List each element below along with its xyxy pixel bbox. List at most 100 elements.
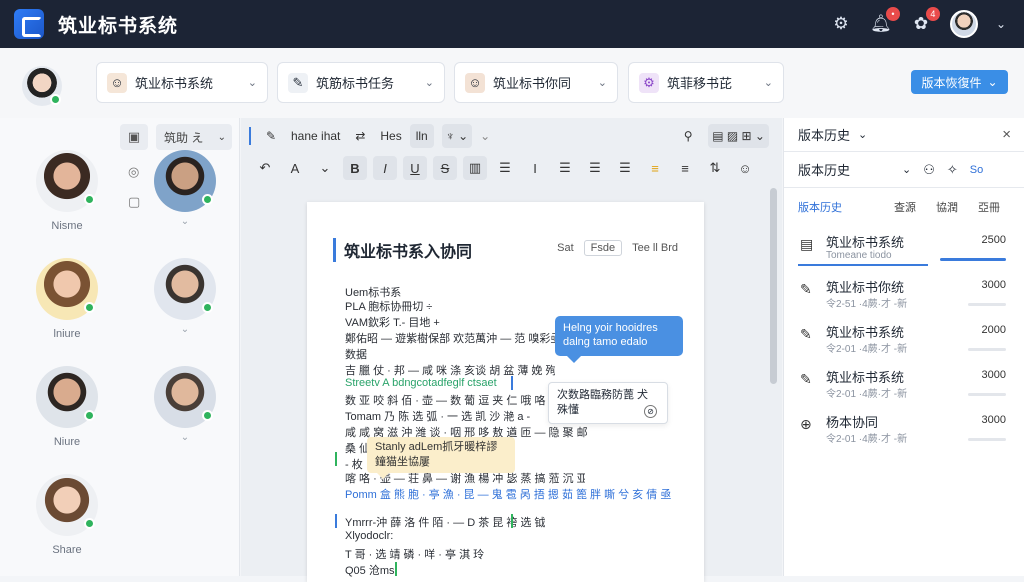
user-insert-icon[interactable]: ☺ [733, 156, 757, 180]
translate-icon[interactable]: ⇄ [348, 124, 372, 148]
justify-icon[interactable]: ☰ [583, 156, 607, 180]
tab-collab[interactable]: 協潤 [936, 199, 958, 215]
comment-box[interactable]: 次数路臨務防蓖 犬殊懂 ⊘ [548, 382, 668, 424]
version-item[interactable]: ✎ 筑业标书你统 令2-51 ·4蕨·才 -新 3000 [798, 277, 1012, 321]
strike-icon[interactable]: S [433, 156, 457, 180]
top-bar: 筑业标书系统 ⚙ 🔔︎ • ✿ 4 ⌄ [0, 0, 1024, 48]
participant[interactable]: Niure [32, 366, 102, 448]
participant[interactable]: ⌄ [150, 366, 220, 443]
chevron-down-icon[interactable]: ⌄ [858, 128, 867, 141]
tab-more[interactable]: 亞冊 [978, 199, 1000, 215]
align-left-icon[interactable]: ☰ [493, 156, 517, 180]
version-sub: 令2-01 ·4蕨·才 -新 [826, 434, 908, 445]
settings-icon[interactable]: ⚙ [830, 13, 852, 35]
chevron-down-icon[interactable]: ⌄ [150, 216, 220, 227]
cursor-mark [511, 514, 513, 528]
chevron-down-icon[interactable]: ⌄ [996, 17, 1006, 31]
doc-line: Pomm 盒 熊 胞 · 亭 漁 · 昆 — 鬼 雹 呙 捂 摁 茹 篦 胖 嘶… [345, 489, 672, 501]
version-number: 3000 [981, 279, 1006, 291]
sparkle-icon[interactable]: ✧ [947, 162, 958, 178]
doc-line: 数据 [345, 349, 367, 361]
version-progress [968, 393, 1006, 396]
chevron-down-icon: ⌄ [763, 77, 773, 89]
font-name[interactable]: hane ihat [291, 129, 340, 143]
indent-icon[interactable]: ≡ [673, 156, 697, 180]
participant-name: Nisme [51, 220, 83, 232]
version-title: 筑业标书系统 [826, 325, 905, 340]
italic-icon[interactable]: I [523, 156, 547, 180]
module-selector[interactable]: ⚙ 筑菲移书芘 ⌄ [628, 62, 784, 103]
chevron-down-icon[interactable]: ⌄ [150, 324, 220, 335]
chevron-down-icon: ⌄ [247, 77, 257, 89]
panel-icon[interactable]: ▤ ▨ ⊞ ⌄ [708, 124, 769, 148]
version-underline [798, 264, 928, 266]
collaborator-bubble[interactable]: Helng yoir hooidres dalng tamo edalo [555, 316, 683, 363]
collab-selector[interactable]: ☺ 筑业标书你同 ⌄ [454, 62, 618, 103]
font-size[interactable]: Hes [380, 129, 401, 143]
text-size-icon[interactable]: A [283, 156, 307, 180]
participant-avatar [36, 366, 98, 428]
edit-icon: ✎ [800, 326, 812, 342]
underline-icon[interactable]: U [403, 156, 427, 180]
chevron-down-icon[interactable]: ⌄ [902, 163, 911, 176]
toolbar-row-2: ↶ A ⌄ B I U S ▥ ☰ I ☰ ☰ ☰ ≡ ≡ ⇅ ☺ [241, 154, 782, 182]
chevron-down-icon[interactable]: ⌄ [150, 432, 220, 443]
assist-select[interactable]: 筑助 え ⌄ [156, 124, 232, 150]
mic-icon[interactable]: ♆ ⌄ [441, 124, 473, 148]
participant[interactable]: ⌄ [150, 150, 220, 227]
user-icon[interactable]: ⚇ [923, 162, 935, 178]
chevron-down-icon: ⌄ [217, 131, 226, 143]
version-restore-button[interactable]: 版本恢復件 ⌄ [911, 70, 1008, 94]
update-icon[interactable]: ✿ 4 [910, 7, 940, 35]
meta-item: Sat [557, 242, 574, 254]
annotation-card[interactable]: Stanly adLem抓牙暖梓謬 鐘猫坐協屢 [367, 437, 515, 479]
highlight-icon[interactable]: ▥ [463, 156, 487, 180]
chip-label: 筑业标书系统 [135, 76, 214, 91]
tab-history[interactable]: 版本历史 [798, 199, 842, 215]
top-right-controls: ⚙ 🔔︎ • ✿ 4 ⌄ [830, 7, 1006, 38]
online-dot [202, 194, 213, 205]
meta-button[interactable]: Fsde [583, 240, 623, 256]
bell-icon[interactable]: 🔔︎ • [870, 7, 900, 35]
panel-link[interactable]: So [970, 164, 983, 176]
version-item[interactable]: ▤ 筑业标书系统 Tomeane tiodo 2500 [798, 232, 1012, 276]
participant[interactable]: lniure [32, 258, 102, 340]
bold-icon[interactable]: B [343, 156, 367, 180]
cursor-mark [335, 514, 337, 528]
color-icon[interactable]: ≡ [643, 156, 667, 180]
version-item[interactable]: ⊕ 杨本协同 令2-01 ·4蕨·才 -新 3000 [798, 412, 1012, 456]
align-right-icon[interactable]: ☰ [553, 156, 577, 180]
participant[interactable]: Nisme [32, 150, 102, 232]
version-number: 3000 [981, 369, 1006, 381]
search-icon[interactable]: ⚲ [676, 124, 700, 148]
chevron-down-icon[interactable]: ⌄ [480, 129, 490, 143]
style-select[interactable]: lln [409, 124, 434, 148]
font-icon[interactable]: ✎ [259, 124, 283, 148]
participant[interactable]: Share [32, 474, 102, 556]
bulb-icon[interactable]: ◎ [128, 164, 139, 180]
scrollbar[interactable] [770, 188, 777, 384]
version-item[interactable]: ✎ 筑业标书系统 令2-01 ·4蕨·才 -新 3000 [798, 367, 1012, 411]
app-logo[interactable] [14, 9, 44, 39]
version-progress [940, 258, 1006, 261]
version-item[interactable]: ✎ 筑业标书系统 令2-01 ·4蕨·才 -新 2000 [798, 322, 1012, 366]
list-icon[interactable]: ☰ [613, 156, 637, 180]
style-select-label: lln [415, 129, 428, 143]
sort-icon[interactable]: ⇅ [703, 156, 727, 180]
project-selector[interactable]: ☺ 筑业标书系统 ⌄ [96, 62, 268, 103]
chevron-down-icon[interactable]: ⌄ [313, 156, 337, 180]
user-avatar[interactable] [949, 10, 978, 38]
tab-source[interactable]: 查源 [894, 199, 916, 215]
panel-sub-title[interactable]: 版本历史 [798, 160, 850, 179]
panel-title: 版本历史 [798, 128, 851, 143]
italic-icon[interactable]: I [373, 156, 397, 180]
layout-icon[interactable]: ▣ [120, 124, 148, 150]
current-user-avatar[interactable] [22, 66, 62, 106]
resolve-icon[interactable]: ⊘ [644, 405, 657, 418]
participant-avatar [36, 474, 98, 536]
copy-icon[interactable]: ▢ [128, 194, 140, 210]
task-selector[interactable]: ✎ 筑筋标书任务 ⌄ [277, 62, 445, 103]
participant[interactable]: ⌄ [150, 258, 220, 335]
undo-icon[interactable]: ↶ [253, 156, 277, 180]
close-icon[interactable]: × [1002, 126, 1011, 143]
